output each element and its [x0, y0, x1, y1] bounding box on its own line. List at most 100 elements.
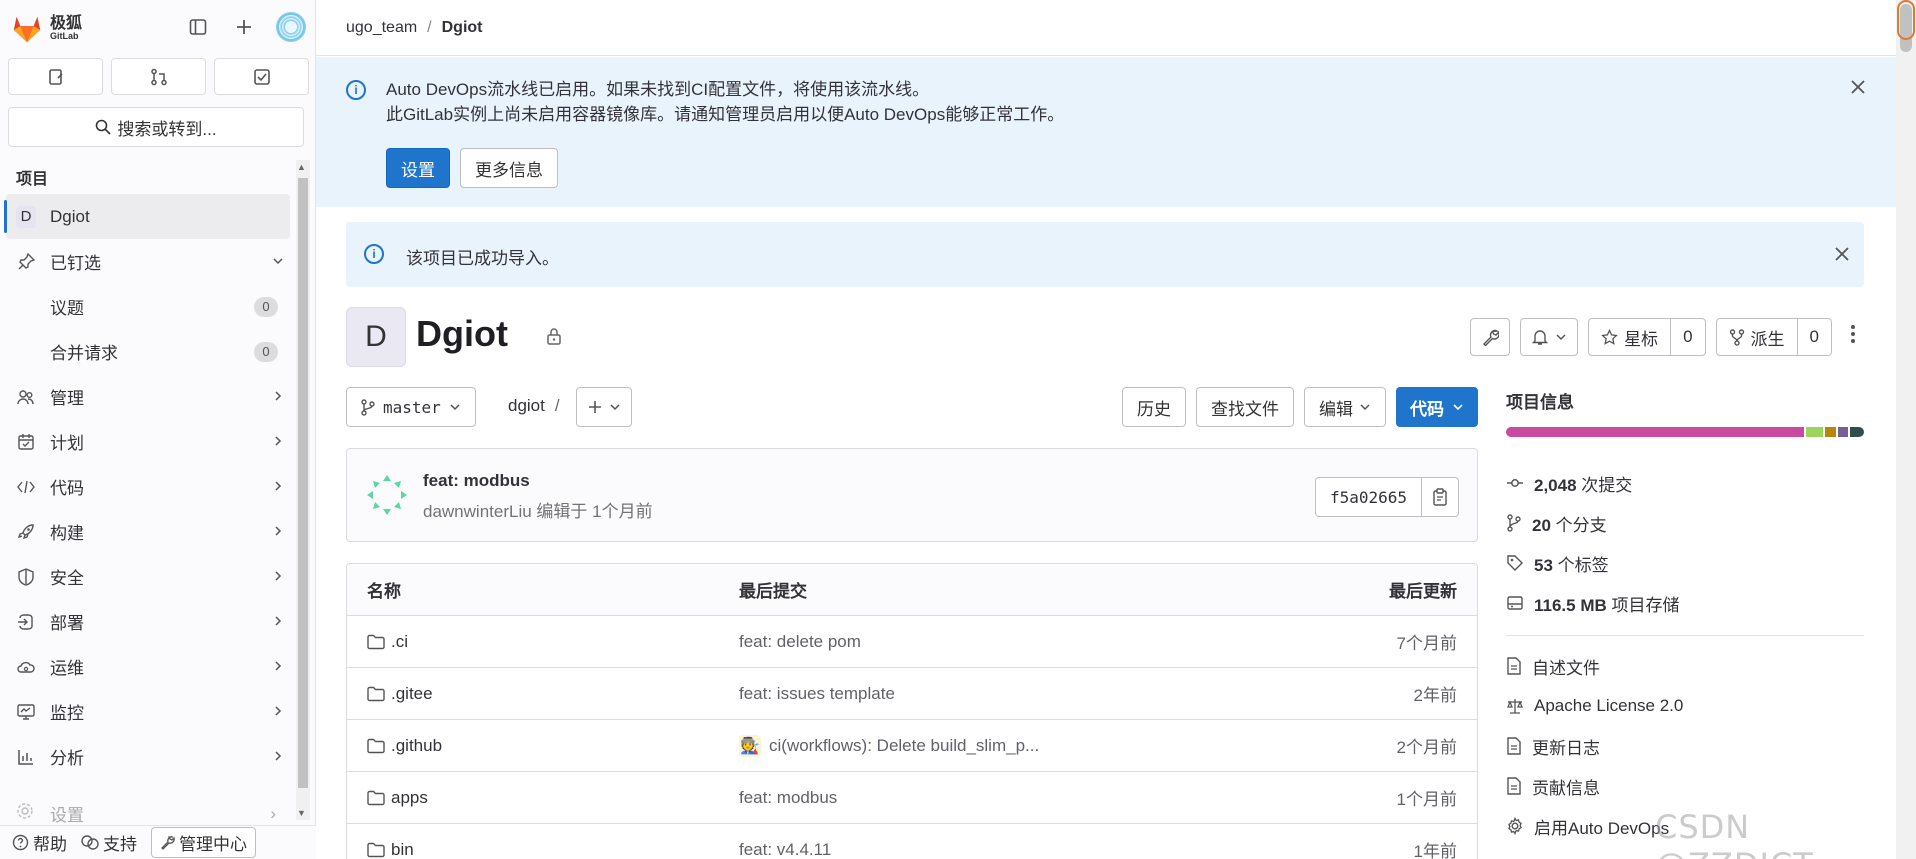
sidebar-item-label: 设置	[50, 806, 84, 825]
code-dropdown-button[interactable]: 代码	[1396, 387, 1478, 427]
commit-message-link[interactable]: feat: v4.4.11	[739, 840, 831, 859]
support-button[interactable]: 支持	[81, 830, 137, 855]
copy-icon[interactable]	[1422, 478, 1458, 516]
commit-title-link[interactable]: feat: modbus	[423, 471, 530, 491]
col-commit-header: 最后提交	[739, 582, 807, 601]
fork-count[interactable]: 0	[1798, 319, 1831, 355]
commit-author-link[interactable]: dawnwinterLiu	[423, 502, 532, 521]
add-to-tree-dropdown[interactable]	[576, 387, 632, 427]
commit-sha[interactable]: f5a02665	[1316, 478, 1422, 516]
close-icon[interactable]	[1834, 242, 1850, 268]
find-file-button[interactable]: 查找文件	[1196, 387, 1294, 427]
sidebar-scrollbar[interactable]: ▲ ▼	[296, 160, 310, 820]
file-name-link[interactable]: .gitee	[391, 684, 433, 704]
sidebar-item-plan[interactable]: 计划	[0, 419, 296, 464]
star-button-group: 星标 0	[1588, 318, 1706, 356]
commit-message-link[interactable]: feat: issues template	[739, 684, 895, 704]
folder-icon	[367, 790, 385, 805]
close-icon[interactable]	[1850, 75, 1866, 101]
branch-selector[interactable]: master	[346, 387, 476, 427]
commit-message-link[interactable]: ci(workflows): Delete build_slim_p...	[769, 736, 1039, 756]
branches-count: 20	[1532, 515, 1551, 535]
changelog-link[interactable]: 更新日志	[1506, 726, 1864, 766]
sidebar-item-operate[interactable]: 运维	[0, 644, 296, 689]
table-header: 名称 最后提交 最后更新	[347, 564, 1477, 616]
tags-link[interactable]: 53 个标签	[1506, 543, 1864, 583]
sidebar-item-deploy[interactable]: 部署	[0, 599, 296, 644]
create-new-icon[interactable]	[230, 13, 258, 41]
notification-dropdown[interactable]	[1520, 318, 1579, 356]
commit-author-avatar[interactable]: 🧑‍🏭	[739, 734, 761, 757]
breadcrumb-project-link[interactable]: Dgiot	[442, 19, 483, 37]
help-button[interactable]: 帮助	[12, 830, 67, 855]
global-search-button[interactable]: 搜索或转到...	[8, 107, 304, 147]
project-settings-button[interactable]	[1470, 318, 1511, 356]
commit-message-link[interactable]: feat: modbus	[739, 788, 837, 808]
table-row[interactable]: .ci feat: delete pom 7个月前	[347, 616, 1477, 668]
file-name-link[interactable]: bin	[391, 840, 414, 859]
chevron-right-icon	[272, 389, 284, 405]
commit-message-link[interactable]: feat: delete pom	[739, 632, 861, 652]
folder-icon	[367, 842, 385, 857]
commits-link[interactable]: 2,048 次提交	[1506, 463, 1864, 503]
user-avatar[interactable]	[276, 12, 306, 42]
language-segment[interactable]	[1506, 427, 1804, 437]
sidebar-item-code[interactable]: 代码	[0, 464, 296, 509]
star-count[interactable]: 0	[1671, 319, 1704, 355]
info-icon: i	[346, 80, 366, 100]
toggle-sidebar-icon[interactable]	[184, 13, 212, 41]
todo-shortcut-icon[interactable]	[214, 58, 309, 95]
page-scrollbar[interactable]	[1896, 0, 1916, 859]
monitor-icon	[16, 702, 36, 722]
history-button[interactable]: 历史	[1122, 387, 1186, 427]
scrollbar-thumb[interactable]	[298, 178, 308, 788]
table-row[interactable]: bin feat: v4.4.11 1年前	[347, 824, 1477, 859]
admin-area-button[interactable]: 管理中心	[151, 827, 256, 858]
bell-icon	[1531, 330, 1549, 345]
storage-link[interactable]: 116.5 MB 项目存储	[1506, 583, 1864, 623]
license-link[interactable]: Apache License 2.0	[1506, 686, 1864, 726]
sidebar-item-settings[interactable]: 设置 ›	[16, 801, 276, 826]
folder-icon	[367, 686, 385, 701]
settings-button[interactable]: 设置	[386, 148, 450, 188]
sidebar-item-secure[interactable]: 安全	[0, 554, 296, 599]
contributing-link[interactable]: 贡献信息	[1506, 766, 1864, 806]
sidebar-item-project[interactable]: D Dgiot	[4, 194, 290, 239]
edit-dropdown[interactable]: 编辑	[1304, 387, 1386, 427]
sidebar-item-monitor[interactable]: 监控	[0, 689, 296, 734]
breadcrumb-group-link[interactable]: ugo_team	[346, 19, 417, 37]
sidebar-item-analyze[interactable]: 分析	[0, 734, 296, 779]
branches-link[interactable]: 20 个分支	[1506, 503, 1864, 543]
readme-link[interactable]: 自述文件	[1506, 646, 1864, 686]
sidebar-item-pinned[interactable]: 已钉选	[0, 239, 296, 284]
scroll-up-icon[interactable]: ▲	[297, 162, 306, 172]
scroll-down-icon[interactable]: ▼	[297, 808, 306, 818]
table-row[interactable]: .gitee feat: issues template 2年前	[347, 668, 1477, 720]
sidebar-item-issues[interactable]: 议题 0	[0, 284, 296, 329]
language-segment[interactable]	[1825, 427, 1836, 437]
table-row[interactable]: apps feat: modbus 1个月前	[347, 772, 1477, 824]
brand-logo[interactable]: 极狐 GitLab	[10, 8, 82, 48]
sidebar-item-merge-requests[interactable]: 合并请求 0	[0, 329, 296, 374]
more-info-button[interactable]: 更多信息	[460, 148, 558, 188]
language-segment[interactable]	[1805, 427, 1824, 437]
file-name-link[interactable]: apps	[391, 788, 428, 808]
file-name-link[interactable]: .ci	[391, 632, 408, 652]
nav-section-heading: 项目	[16, 171, 49, 188]
language-segment[interactable]	[1837, 427, 1849, 437]
sidebar-item-manage[interactable]: 管理	[0, 374, 296, 419]
language-segment[interactable]	[1850, 427, 1864, 437]
commit-author-avatar[interactable]	[365, 473, 409, 517]
repo-path-link[interactable]: dgiot	[508, 396, 545, 415]
breadcrumb-separator: /	[427, 18, 432, 36]
language-bar[interactable]	[1506, 427, 1864, 437]
issues-shortcut-icon[interactable]	[8, 58, 103, 95]
merge-requests-shortcut-icon[interactable]	[111, 58, 206, 95]
fork-button[interactable]: 派生	[1717, 319, 1798, 355]
sidebar-item-build[interactable]: 构建	[0, 509, 296, 554]
table-row[interactable]: .github 🧑‍🏭 ci(workflows): Delete build_s…	[347, 720, 1477, 772]
more-actions-icon[interactable]	[1842, 324, 1864, 350]
star-button[interactable]: 星标	[1589, 319, 1672, 355]
repo-path: dgiot /	[508, 396, 560, 416]
file-name-link[interactable]: .github	[391, 736, 442, 756]
